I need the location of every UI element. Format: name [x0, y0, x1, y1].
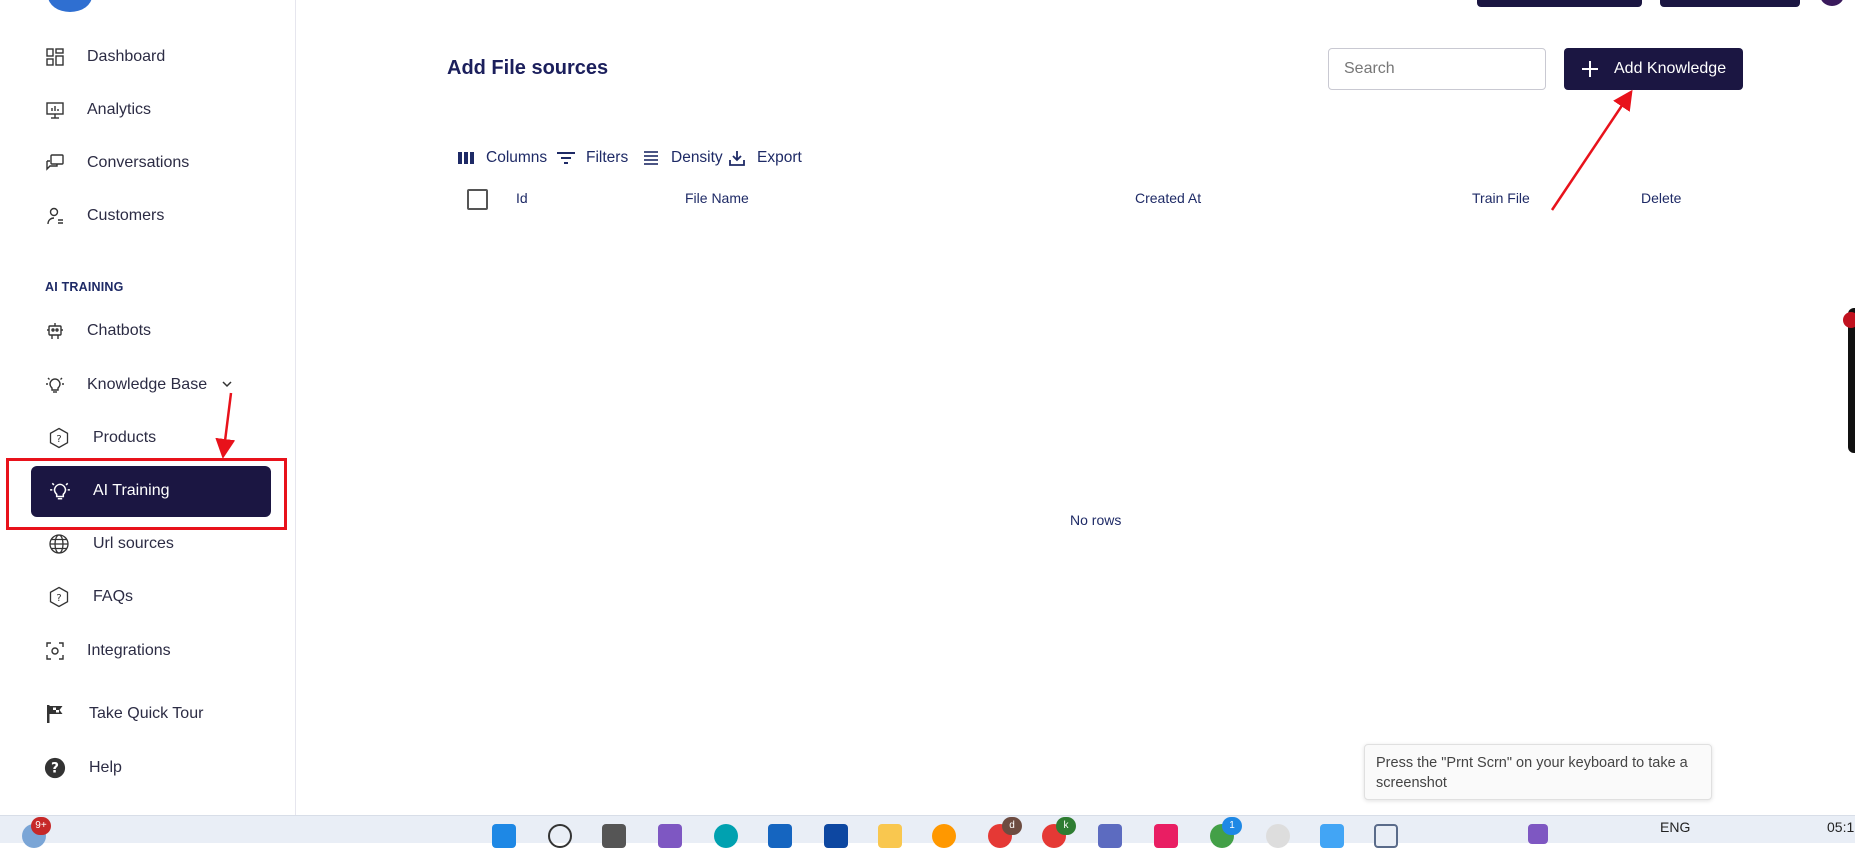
download-icon — [727, 148, 747, 168]
sidebar-item-knowledge-base[interactable]: Knowledge Base — [0, 365, 296, 405]
column-header-train-file[interactable]: Train File — [1472, 190, 1530, 206]
hexagon-question-icon: ? — [48, 586, 70, 608]
edge-icon[interactable] — [714, 824, 738, 848]
sidebar-item-products[interactable]: ? Products — [0, 418, 296, 458]
columns-icon — [456, 148, 476, 168]
tray-icon[interactable] — [1528, 824, 1548, 844]
header-button[interactable] — [1660, 0, 1800, 7]
sidebar-item-label: Help — [89, 759, 122, 776]
sidebar-item-label: FAQs — [93, 588, 134, 605]
sidebar: Dashboard Analytics Conversations Custom… — [0, 0, 296, 815]
lightbulb-icon — [44, 374, 66, 396]
sidebar-item-label: Conversations — [87, 154, 190, 171]
chevron-down-icon[interactable] — [220, 377, 234, 396]
analytics-icon — [44, 99, 66, 121]
column-header-id[interactable]: Id — [516, 190, 528, 206]
svg-text:?: ? — [51, 761, 59, 777]
app-icon[interactable] — [1374, 824, 1398, 848]
sidebar-item-label: Customers — [87, 207, 165, 224]
sidebar-item-label: Dashboard — [87, 48, 166, 65]
section-title-ai-training: AI TRAINING — [45, 280, 124, 294]
sidebar-item-customers[interactable]: Customers — [0, 196, 296, 236]
sidebar-item-label: Analytics — [87, 101, 152, 118]
svg-text:?: ? — [56, 434, 61, 445]
side-widget[interactable] — [1848, 308, 1855, 453]
annotation-highlight-box — [6, 458, 287, 530]
avatar[interactable] — [1820, 0, 1844, 6]
sidebar-item-label: Take Quick Tour — [89, 705, 204, 722]
chatbot-icon — [44, 320, 66, 342]
svg-text:?: ? — [56, 593, 61, 604]
help-icon: ? — [44, 757, 66, 779]
search-icon[interactable] — [548, 824, 572, 848]
filter-icon — [556, 148, 576, 168]
header-button[interactable] — [1477, 0, 1642, 7]
file-sources-table: Id File Name Created At Train File Delet… — [447, 176, 1743, 815]
hexagon-question-icon: ? — [48, 427, 70, 449]
add-knowledge-label: Add Knowledge — [1614, 60, 1727, 77]
columns-label: Columns — [486, 149, 548, 166]
clock[interactable]: 05:1 — [1827, 819, 1854, 835]
density-label: Density — [671, 149, 723, 166]
app-logo[interactable] — [48, 0, 92, 12]
notification-badge: 9+ — [31, 817, 51, 835]
teams-icon[interactable] — [1098, 824, 1122, 848]
sidebar-item-faqs[interactable]: ? FAQs — [0, 577, 296, 617]
sidebar-item-label: Products — [93, 429, 157, 446]
select-all-checkbox[interactable] — [467, 189, 488, 210]
column-header-delete[interactable]: Delete — [1641, 190, 1681, 206]
sidebar-item-quick-tour[interactable]: Take Quick Tour — [0, 694, 296, 734]
sidebar-item-label: Integrations — [87, 642, 171, 659]
language-indicator[interactable]: ENG — [1660, 819, 1690, 835]
search-input[interactable] — [1328, 48, 1546, 90]
conversations-icon — [44, 152, 66, 174]
notification-dot — [1843, 312, 1855, 328]
app-icon[interactable] — [1266, 824, 1290, 848]
globe-icon — [48, 533, 70, 555]
sidebar-item-dashboard[interactable]: Dashboard — [0, 37, 296, 77]
screenshot-tooltip: Press the "Prnt Scrn" on your keyboard t… — [1364, 744, 1712, 800]
outlook-icon[interactable] — [824, 824, 848, 848]
customers-icon — [44, 205, 66, 227]
app-badge: 1 — [1222, 817, 1242, 835]
sidebar-item-label: Knowledge Base — [87, 376, 208, 393]
app-badge: k — [1056, 817, 1076, 835]
export-button[interactable]: Export — [727, 146, 802, 170]
table-header: Id File Name Created At Train File Delet… — [447, 176, 1743, 220]
folder-icon[interactable] — [878, 824, 902, 848]
filters-button[interactable]: Filters — [556, 146, 628, 170]
columns-button[interactable]: Columns — [456, 146, 547, 170]
notepad-icon[interactable] — [1320, 824, 1344, 848]
sidebar-item-chatbots[interactable]: Chatbots — [0, 311, 296, 351]
column-header-file-name[interactable]: File Name — [685, 190, 749, 206]
app-badge: d — [1002, 817, 1022, 835]
add-knowledge-button[interactable]: Add Knowledge — [1564, 48, 1743, 90]
taskbar: 9+ d k 1 ENG 05:1 — [0, 815, 1855, 848]
sidebar-item-help[interactable]: ? Help — [0, 748, 296, 788]
copilot-icon[interactable] — [658, 824, 682, 848]
firefox-icon[interactable] — [932, 824, 956, 848]
column-header-created-at[interactable]: Created At — [1135, 190, 1201, 206]
empty-state-text: No rows — [1070, 512, 1122, 528]
slack-icon[interactable] — [1154, 824, 1178, 848]
density-icon — [641, 148, 661, 168]
filters-label: Filters — [586, 149, 629, 166]
plus-icon — [1580, 59, 1600, 79]
flag-icon — [44, 703, 66, 725]
density-button[interactable]: Density — [641, 146, 723, 170]
store-icon[interactable] — [768, 824, 792, 848]
sidebar-item-url-sources[interactable]: Url sources — [0, 524, 296, 564]
sidebar-item-label: Url sources — [93, 535, 174, 552]
page-title: Add File sources — [447, 57, 609, 79]
export-label: Export — [757, 149, 802, 166]
task-view-icon[interactable] — [602, 824, 626, 848]
sidebar-item-conversations[interactable]: Conversations — [0, 143, 296, 183]
sidebar-item-label: Chatbots — [87, 322, 152, 339]
windows-start-icon[interactable] — [492, 824, 516, 848]
sidebar-item-analytics[interactable]: Analytics — [0, 90, 296, 130]
integrations-icon — [44, 640, 66, 662]
sidebar-item-integrations[interactable]: Integrations — [0, 631, 296, 671]
dashboard-icon — [44, 46, 66, 68]
